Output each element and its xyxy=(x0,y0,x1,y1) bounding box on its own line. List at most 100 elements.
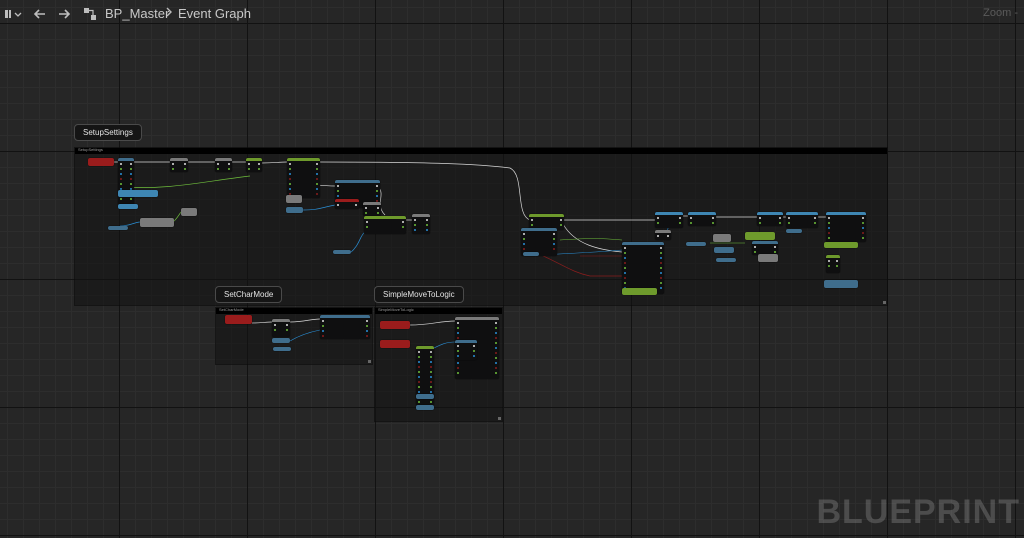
node-pin[interactable] xyxy=(495,357,497,359)
resize-handle[interactable] xyxy=(368,360,371,363)
comment-bubble-set-char-mode[interactable]: SetCharMode xyxy=(215,286,283,303)
graph-node[interactable] xyxy=(272,338,290,343)
node-pin[interactable] xyxy=(531,224,533,226)
node-pin[interactable] xyxy=(418,351,420,353)
node-pin[interactable] xyxy=(289,188,291,190)
breadcrumb-asset[interactable]: BP_Master xyxy=(105,6,169,21)
node-pin[interactable] xyxy=(316,163,318,165)
node-pin[interactable] xyxy=(366,335,368,337)
node-pin[interactable] xyxy=(788,217,790,219)
node-pin[interactable] xyxy=(366,330,368,332)
node-pin[interactable] xyxy=(120,163,122,165)
graph-node[interactable] xyxy=(380,340,410,348)
node-pin[interactable] xyxy=(258,168,260,170)
node-pin[interactable] xyxy=(624,277,626,279)
graph-node[interactable] xyxy=(88,158,114,166)
node-pin[interactable] xyxy=(828,260,830,262)
node-pin[interactable] xyxy=(337,190,339,192)
graph-node[interactable] xyxy=(786,229,802,233)
graph-node[interactable] xyxy=(713,234,731,242)
graph-node[interactable] xyxy=(752,241,778,255)
node-pin[interactable] xyxy=(690,217,692,219)
node-pin[interactable] xyxy=(624,272,626,274)
node-pin[interactable] xyxy=(457,355,459,357)
node-pin[interactable] xyxy=(130,168,132,170)
node-pin[interactable] xyxy=(130,163,132,165)
node-pin[interactable] xyxy=(172,163,174,165)
node-pin[interactable] xyxy=(774,246,776,248)
node-pin[interactable] xyxy=(248,168,250,170)
node-pin[interactable] xyxy=(337,204,339,206)
node-pin[interactable] xyxy=(184,163,186,165)
node-pin[interactable] xyxy=(217,163,219,165)
node-pin[interactable] xyxy=(862,217,864,219)
node-pin[interactable] xyxy=(228,168,230,170)
graph-node[interactable] xyxy=(286,207,303,213)
node-pin[interactable] xyxy=(120,198,122,200)
node-pin[interactable] xyxy=(316,178,318,180)
node-pin[interactable] xyxy=(624,262,626,264)
node-pin[interactable] xyxy=(624,267,626,269)
graph-node[interactable] xyxy=(272,319,290,337)
node-pin[interactable] xyxy=(660,267,662,269)
node-pin[interactable] xyxy=(754,251,756,253)
node-pin[interactable] xyxy=(402,226,404,228)
node-pin[interactable] xyxy=(774,251,776,253)
node-pin[interactable] xyxy=(679,217,681,219)
node-pin[interactable] xyxy=(418,371,420,373)
node-pin[interactable] xyxy=(366,221,368,223)
node-pin[interactable] xyxy=(376,195,378,197)
node-pin[interactable] xyxy=(430,366,432,368)
node-pin[interactable] xyxy=(457,332,459,334)
graph-node[interactable] xyxy=(273,347,291,351)
node-pin[interactable] xyxy=(523,238,525,240)
node-pin[interactable] xyxy=(779,217,781,219)
node-pin[interactable] xyxy=(120,173,122,175)
node-pin[interactable] xyxy=(814,222,816,224)
graph-node[interactable] xyxy=(170,158,188,172)
node-pin[interactable] xyxy=(495,322,497,324)
graph-node[interactable] xyxy=(655,212,683,228)
graph-node[interactable] xyxy=(118,158,134,206)
node-pin[interactable] xyxy=(120,178,122,180)
node-pin[interactable] xyxy=(414,224,416,226)
node-pin[interactable] xyxy=(660,277,662,279)
resize-handle[interactable] xyxy=(883,301,886,304)
node-pin[interactable] xyxy=(457,345,459,347)
node-pin[interactable] xyxy=(289,163,291,165)
node-pin[interactable] xyxy=(366,325,368,327)
node-pin[interactable] xyxy=(779,222,781,224)
graph-node[interactable] xyxy=(225,315,252,324)
node-pin[interactable] xyxy=(759,222,761,224)
node-pin[interactable] xyxy=(130,178,132,180)
node-pin[interactable] xyxy=(828,232,830,234)
node-pin[interactable] xyxy=(120,168,122,170)
node-pin[interactable] xyxy=(624,257,626,259)
graph-node[interactable] xyxy=(333,250,351,254)
node-pin[interactable] xyxy=(184,168,186,170)
graph-node[interactable] xyxy=(826,255,840,273)
graph-node[interactable] xyxy=(745,232,775,240)
node-pin[interactable] xyxy=(624,252,626,254)
resize-handle[interactable] xyxy=(498,417,501,420)
node-pin[interactable] xyxy=(473,355,475,357)
node-pin[interactable] xyxy=(217,168,219,170)
node-pin[interactable] xyxy=(457,367,459,369)
node-pin[interactable] xyxy=(286,324,288,326)
node-pin[interactable] xyxy=(366,320,368,322)
node-pin[interactable] xyxy=(473,345,475,347)
node-pin[interactable] xyxy=(418,356,420,358)
graph-node[interactable] xyxy=(655,230,671,240)
node-pin[interactable] xyxy=(495,337,497,339)
node-pin[interactable] xyxy=(814,217,816,219)
back-button[interactable] xyxy=(31,5,49,23)
node-pin[interactable] xyxy=(228,163,230,165)
node-pin[interactable] xyxy=(457,327,459,329)
node-pin[interactable] xyxy=(322,330,324,332)
node-pin[interactable] xyxy=(248,163,250,165)
node-pin[interactable] xyxy=(523,233,525,235)
node-pin[interactable] xyxy=(418,391,420,393)
node-pin[interactable] xyxy=(660,282,662,284)
comment-header[interactable]: SetCharMode xyxy=(216,307,372,314)
graph-node[interactable] xyxy=(523,252,539,256)
